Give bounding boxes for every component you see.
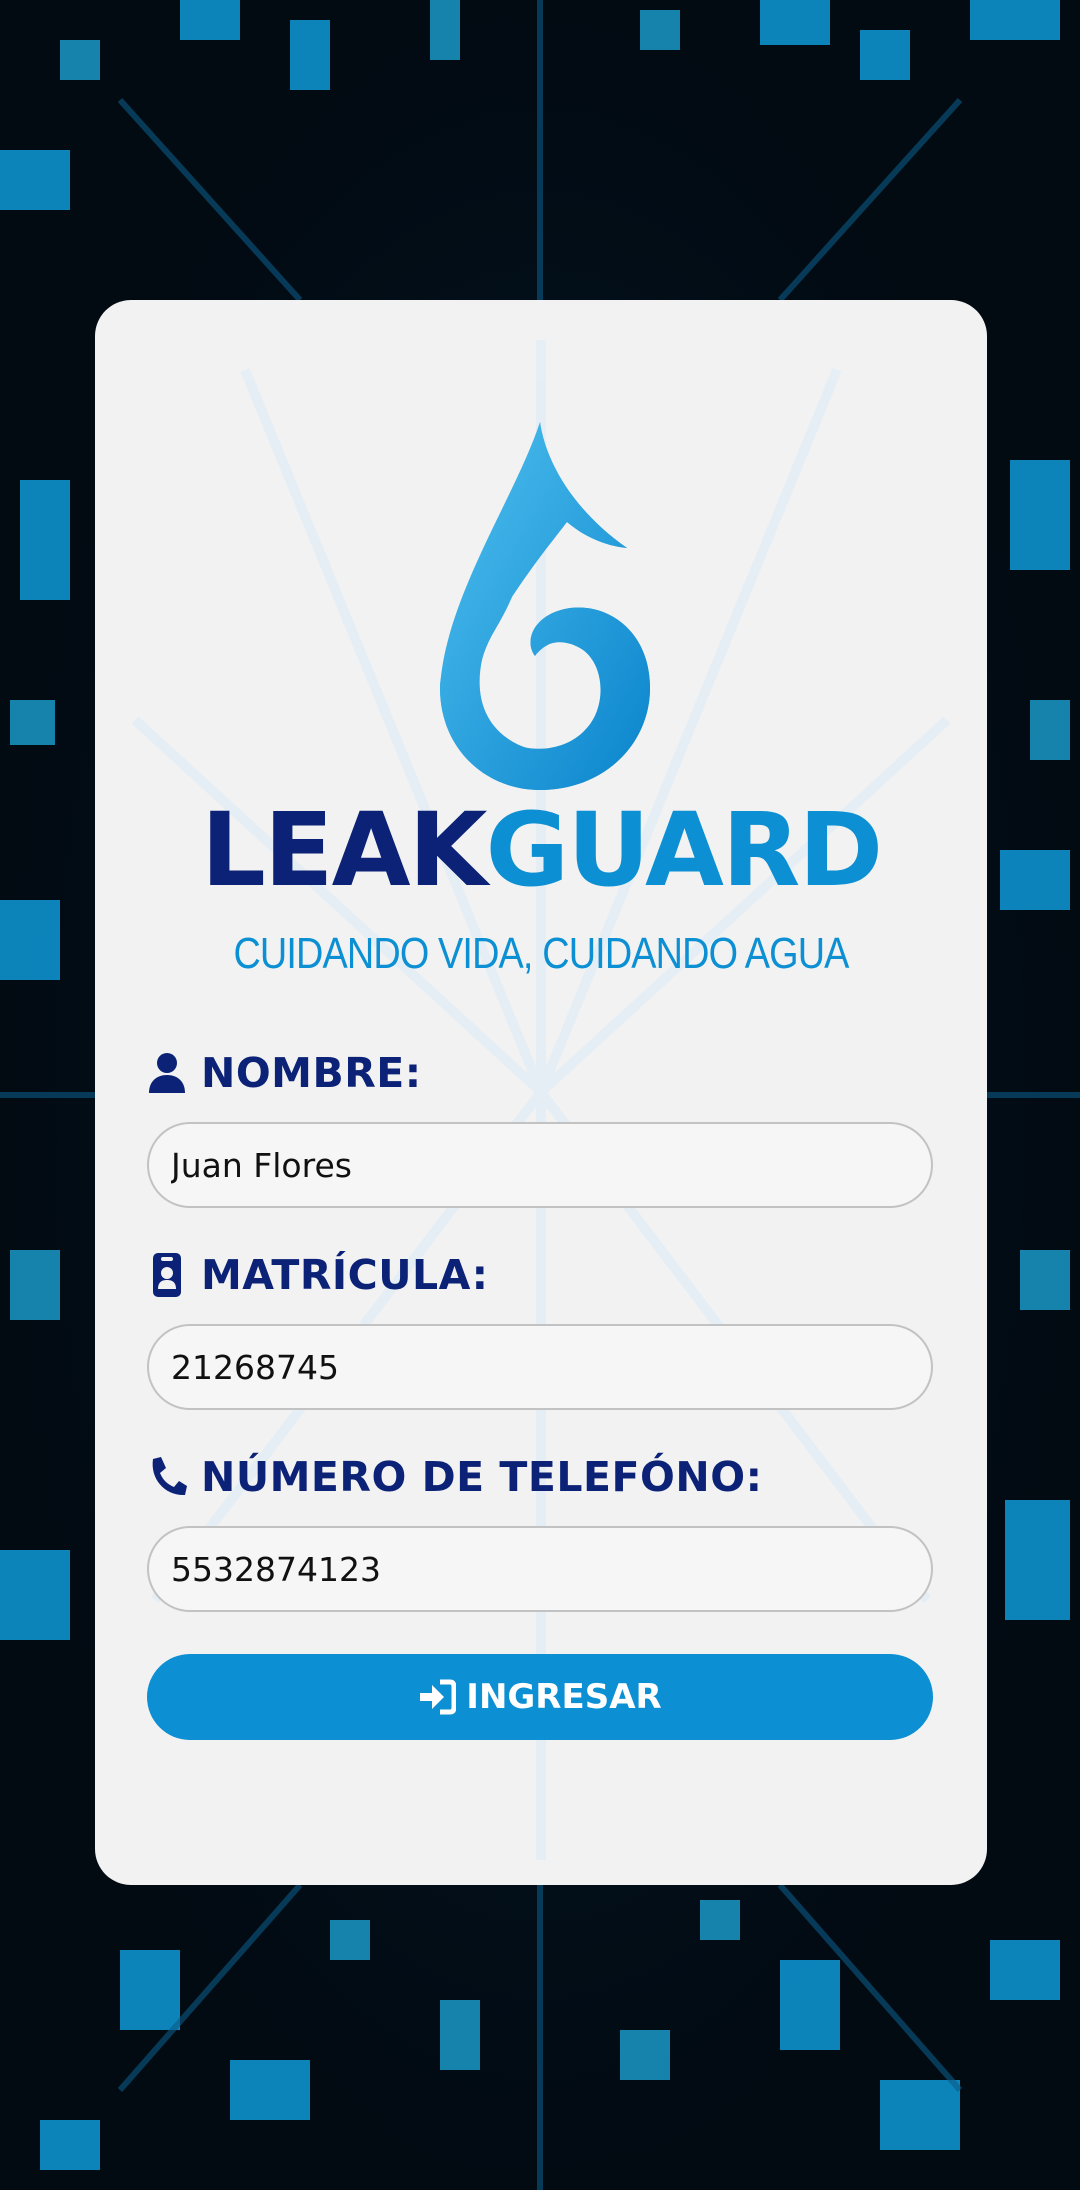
id-input[interactable] — [147, 1324, 933, 1410]
name-label: NOMBRE: — [147, 1045, 422, 1101]
user-icon — [149, 1053, 185, 1093]
brand-name-part1: LEAK — [200, 791, 488, 910]
id-badge-icon — [153, 1253, 181, 1297]
water-drop-logo — [440, 422, 650, 790]
brand-tagline: CUIDANDO VIDA, CUIDANDO AGUA — [233, 929, 849, 978]
sign-in-icon — [420, 1679, 457, 1715]
phone-input[interactable] — [147, 1526, 933, 1612]
brand-name: LEAKGUARD — [95, 800, 987, 902]
login-card: LEAKGUARD CUIDANDO VIDA, CUIDANDO AGUA N… — [95, 300, 987, 1885]
name-input[interactable] — [147, 1122, 933, 1208]
phone-label-text: NÚMERO DE TELEFÓNO: — [201, 1453, 763, 1501]
login-button-label: INGRESAR — [466, 1677, 662, 1717]
name-label-text: NOMBRE: — [201, 1049, 422, 1097]
brand-name-part2: GUARD — [485, 791, 884, 910]
id-label-text: MATRÍCULA: — [201, 1251, 489, 1299]
phone-label: NÚMERO DE TELEFÓNO: — [147, 1449, 762, 1505]
login-button[interactable]: INGRESAR — [147, 1654, 933, 1740]
phone-icon — [152, 1457, 187, 1496]
id-label: MATRÍCULA: — [147, 1247, 489, 1303]
